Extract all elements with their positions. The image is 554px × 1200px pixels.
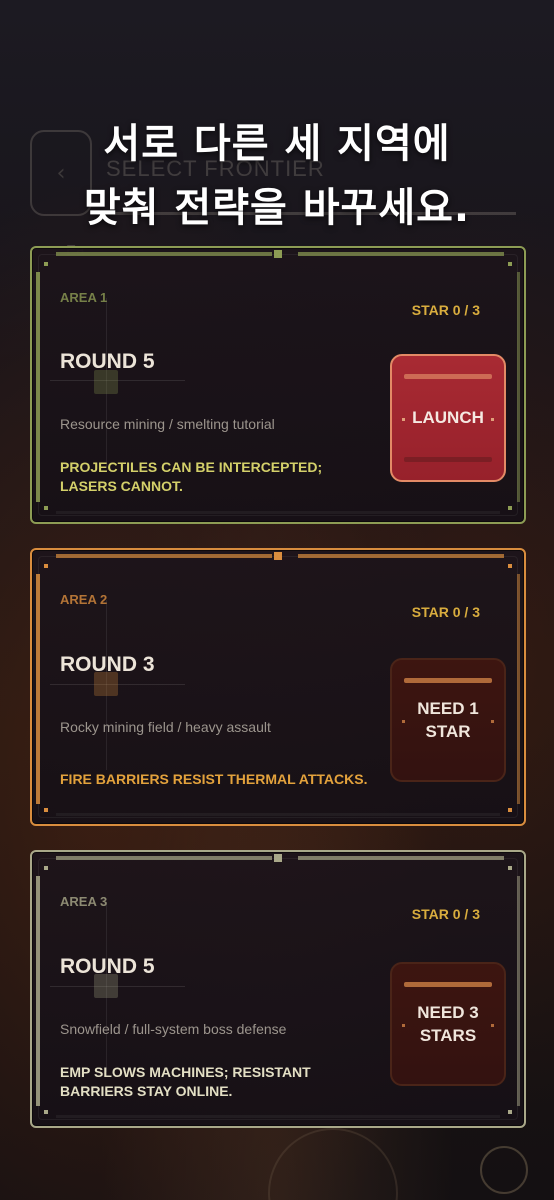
launch-button[interactable]: LAUNCH <box>390 354 506 482</box>
locked-button-label: NEED 1 STAR <box>417 699 479 741</box>
headline-line-2: 맞춰 전략을 바꾸세요. <box>83 185 471 231</box>
launch-button-label: LAUNCH <box>412 408 484 427</box>
star-count: STAR 0 / 3 <box>411 906 480 922</box>
star-count: STAR 0 / 3 <box>411 302 480 318</box>
promo-headline: 서로 다른 세 지역에 맞춰 전략을 바꾸세요. <box>0 112 554 240</box>
area-card-2[interactable]: AREA 2 STAR 0 / 3 ROUND 3 Rocky mining f… <box>30 548 526 826</box>
area-description: Snowfield / full-system boss defense <box>60 1021 287 1037</box>
emblem-icon <box>480 1146 528 1194</box>
area-tip: FIRE BARRIERS RESIST THERMAL ATTACKS. <box>60 771 368 787</box>
star-count: STAR 0 / 3 <box>411 604 480 620</box>
area-card-1[interactable]: AREA 1 STAR 0 / 3 ROUND 5 Resource minin… <box>30 246 526 524</box>
area-description: Resource mining / smelting tutorial <box>60 416 275 432</box>
locked-button-label: NEED 3 STARS <box>417 1003 479 1045</box>
round-label: ROUND 5 <box>60 350 155 373</box>
locked-button[interactable]: NEED 1 STAR <box>390 658 506 782</box>
area-card-3[interactable]: AREA 3 STAR 0 / 3 ROUND 5 Snowfield / fu… <box>30 850 526 1128</box>
headline-line-1: 서로 다른 세 지역에 <box>103 121 451 167</box>
area-description: Rocky mining field / heavy assault <box>60 719 271 735</box>
area-tip: PROJECTILES CAN BE INTERCEPTED; LASERS C… <box>60 459 323 494</box>
area-tip: EMP SLOWS MACHINES; RESISTANT BARRIERS S… <box>60 1064 311 1099</box>
area-label: AREA 2 <box>60 592 108 607</box>
area-label: AREA 3 <box>60 894 108 909</box>
background-seal-icon <box>268 1128 398 1200</box>
round-label: ROUND 3 <box>60 653 155 676</box>
round-label: ROUND 5 <box>60 955 155 978</box>
locked-button[interactable]: NEED 3 STARS <box>390 962 506 1086</box>
area-label: AREA 1 <box>60 290 108 305</box>
